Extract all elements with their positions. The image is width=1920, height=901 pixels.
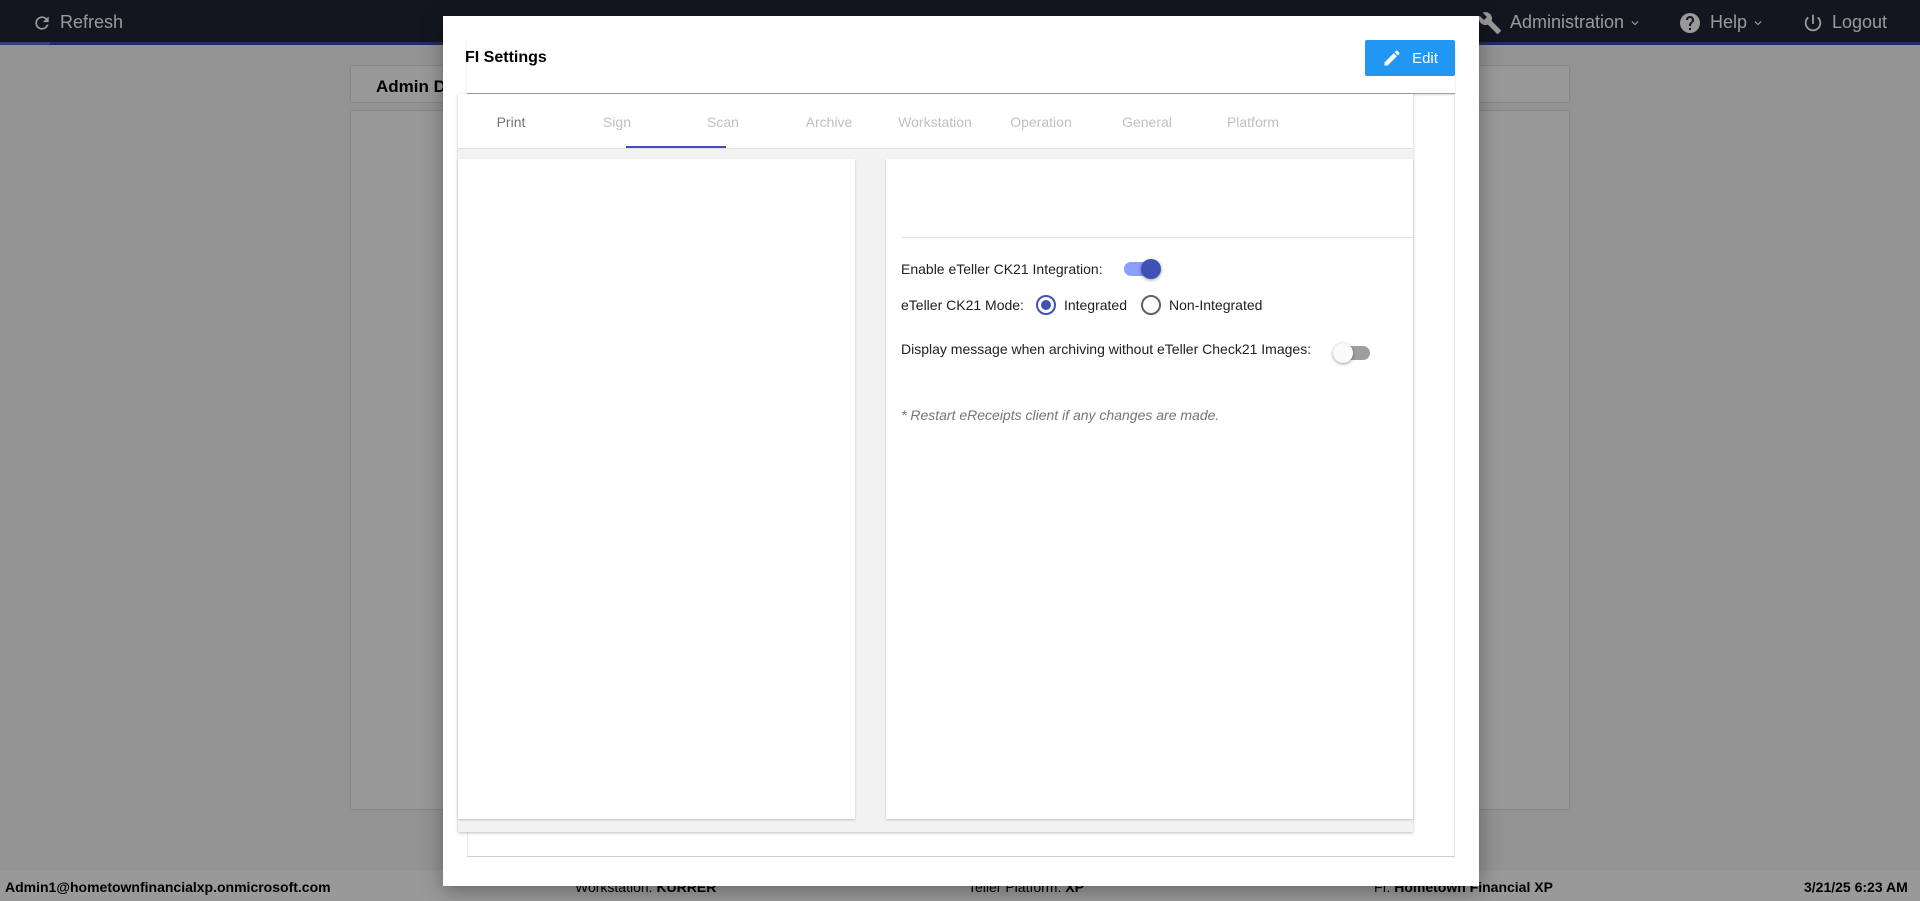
modal-title: FI Settings: [465, 49, 547, 66]
pane-divider: [901, 237, 1413, 238]
tab-scan[interactable]: Scan: [673, 94, 773, 149]
tab-sign-label: Sign: [602, 113, 632, 130]
ck21-mode-row: eTeller CK21 Mode: Integrated Non-Integr…: [901, 295, 1262, 315]
tab-platform[interactable]: Platform: [1203, 94, 1303, 149]
mode-integrated-radio[interactable]: Integrated: [1035, 295, 1128, 315]
tab-archive[interactable]: Archive: [779, 94, 879, 149]
tab-print-label: Print: [496, 113, 526, 130]
tab-print[interactable]: Print: [461, 94, 561, 149]
ck21-mode-label: eTeller CK21 Mode:: [901, 297, 1024, 313]
edit-button[interactable]: Edit: [1365, 40, 1455, 76]
mode-non-integrated-radio[interactable]: Non-Integrated: [1141, 295, 1262, 315]
settings-tabs: Print Sign Scan Archive Workstation Oper…: [458, 94, 1413, 149]
display-message-toggle[interactable]: [1333, 341, 1373, 365]
enable-ck21-row: Enable eTeller CK21 Integration:: [901, 257, 1161, 281]
tab-workstation-label: Workstation: [898, 113, 972, 130]
left-settings-pane: [458, 159, 855, 819]
radio-circle: [1035, 295, 1056, 315]
tab-operation[interactable]: Operation: [991, 94, 1091, 149]
tab-scan-label: Scan: [707, 113, 739, 130]
display-message-row: Display message when archiving without e…: [901, 337, 1373, 363]
pencil-icon: [1384, 50, 1400, 66]
tab-general-label: General: [1122, 113, 1172, 130]
tab-archive-label: Archive: [805, 113, 853, 130]
toggle-thumb: [1333, 343, 1354, 363]
mode-integrated-label: Integrated: [1063, 297, 1128, 313]
toggle-thumb: [1140, 259, 1161, 279]
display-message-label: Display message when archiving without e…: [901, 341, 1312, 357]
right-settings-pane: Enable eTeller CK21 Integration: eTeller…: [886, 159, 1413, 819]
tab-operation-label: Operation: [1010, 113, 1072, 130]
tab-platform-label: Platform: [1226, 113, 1280, 130]
fi-settings-modal: FI Settings Edit Print Sign Scan Archive…: [443, 16, 1479, 886]
enable-ck21-label: Enable eTeller CK21 Integration:: [901, 261, 1103, 277]
active-tab-indicator: [626, 146, 726, 148]
tab-workstation[interactable]: Workstation: [885, 94, 985, 149]
edit-label: Edit: [1412, 49, 1438, 67]
enable-ck21-toggle[interactable]: [1121, 257, 1161, 281]
modal-header: [467, 40, 1455, 94]
restart-note: * Restart eReceipts client if any change…: [901, 407, 1220, 423]
tab-sign[interactable]: Sign: [567, 94, 667, 149]
tab-general[interactable]: General: [1097, 94, 1197, 149]
mode-non-integrated-label: Non-Integrated: [1169, 297, 1263, 313]
settings-tab-panel: Print Sign Scan Archive Workstation Oper…: [458, 94, 1413, 832]
radio-circle: [1141, 295, 1162, 315]
